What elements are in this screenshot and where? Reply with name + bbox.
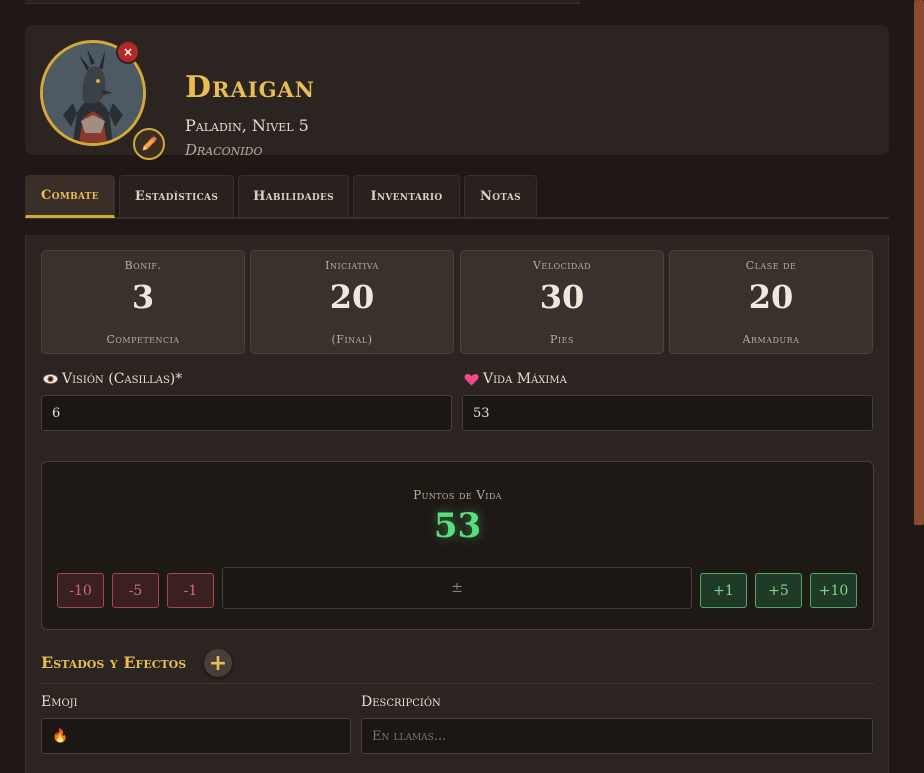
section-divider — [41, 683, 874, 684]
stat-value: 20 — [748, 278, 794, 316]
remove-avatar-button[interactable]: × — [116, 40, 140, 64]
hp-minus-5-button[interactable]: -5 — [112, 573, 159, 608]
plus-icon: + — [208, 650, 228, 676]
tab-label: Estadísticas — [134, 189, 219, 204]
eye-icon — [43, 374, 58, 384]
scrollbar-thumb[interactable] — [914, 0, 924, 525]
stat-top-label: Velocidad — [532, 259, 592, 272]
stat-competencia: Bonif. 3 Competencia — [41, 250, 245, 354]
character-race: Draconido — [185, 141, 263, 159]
scrollbar-track[interactable] — [914, 0, 924, 773]
stat-value: 30 — [539, 278, 585, 316]
emoji-label-text: Emoji — [41, 694, 78, 710]
hp-input-placeholder: ± — [451, 580, 463, 596]
stat-bottom-label: (Final) — [331, 333, 373, 346]
vision-label: Visión (Casillas)* — [43, 371, 182, 387]
max-hp-label-text: Vida Máxima — [483, 371, 567, 387]
vision-input[interactable]: 6 — [41, 395, 452, 431]
vision-value: 6 — [52, 405, 61, 421]
character-sheet-page: Draigan Paladin, Nivel 5 Draconido × Com… — [0, 0, 924, 773]
hp-button-label: -5 — [128, 582, 143, 599]
hit-points-panel: Puntos de Vida 53 -10 -5 -1 ± +1 +5 +10 — [41, 461, 874, 630]
description-placeholder: En llamas... — [372, 728, 447, 744]
stat-velocidad: Velocidad 30 Pies — [460, 250, 664, 354]
emoji-input[interactable]: 🔥 — [41, 718, 351, 754]
max-hp-value: 53 — [473, 405, 490, 421]
hp-button-label: -10 — [69, 582, 92, 599]
stat-top-label: Bonif. — [124, 259, 162, 272]
heart-icon — [464, 373, 479, 385]
hp-plus-5-button[interactable]: +5 — [755, 573, 802, 608]
hp-label: Puntos de Vida — [413, 488, 502, 502]
add-effect-button[interactable]: + — [204, 649, 232, 677]
edit-avatar-button[interactable] — [133, 128, 165, 160]
character-class-level: Paladin, Nivel 5 — [185, 116, 309, 135]
tab-label: Notas — [480, 189, 521, 204]
stat-value: 20 — [329, 278, 375, 316]
hp-button-label: -1 — [183, 582, 198, 599]
hp-button-label: +10 — [818, 582, 849, 599]
character-header: Draigan Paladin, Nivel 5 Draconido — [25, 25, 889, 160]
close-icon: × — [122, 45, 134, 59]
hp-minus-1-button[interactable]: -1 — [167, 573, 214, 608]
stat-iniciativa: Iniciativa 20 (Final) — [250, 250, 454, 354]
character-name: Draigan — [185, 70, 316, 105]
top-strip — [25, 0, 580, 4]
pencil-icon — [142, 136, 157, 151]
stat-bottom-label: Competencia — [106, 333, 180, 346]
stat-top-label: Iniciativa — [325, 259, 379, 272]
description-input[interactable]: En llamas... — [361, 718, 873, 754]
tab-label: Habilidades — [253, 189, 334, 204]
hp-button-label: +5 — [768, 582, 789, 599]
stat-bottom-label: Pies — [550, 333, 574, 346]
tab-habilidades[interactable]: Habilidades — [238, 175, 349, 217]
tab-estadisticas[interactable]: Estadísticas — [119, 175, 234, 217]
hp-amount-input[interactable]: ± — [222, 567, 692, 609]
vision-label-text: Visión (Casillas)* — [62, 371, 183, 387]
emoji-label: Emoji — [41, 694, 78, 710]
tab-inventario[interactable]: Inventario — [353, 175, 460, 217]
emoji-value: 🔥 — [52, 728, 69, 744]
tab-label: Inventario — [370, 189, 443, 204]
stat-bottom-label: Armadura — [742, 333, 800, 346]
max-hp-input[interactable]: 53 — [462, 395, 873, 431]
hp-button-label: +1 — [713, 582, 734, 599]
hp-plus-10-button[interactable]: +10 — [810, 573, 857, 608]
description-label-text: Descripción — [361, 694, 441, 710]
stat-top-label: Clase de — [745, 259, 797, 272]
stat-value: 3 — [131, 278, 155, 316]
stat-clase-armadura: Clase de 20 Armadura — [669, 250, 873, 354]
tab-bar: Combate Estadísticas Habilidades Inventa… — [25, 175, 889, 219]
tab-combate[interactable]: Combate — [25, 175, 115, 218]
combat-panel: Bonif. 3 Competencia Iniciativa 20 (Fina… — [25, 235, 889, 773]
tab-label: Combate — [41, 188, 99, 203]
hp-value: 53 — [433, 506, 482, 546]
effects-section-title: Estados y Efectos — [41, 653, 187, 672]
hp-plus-1-button[interactable]: +1 — [700, 573, 747, 608]
hp-minus-10-button[interactable]: -10 — [57, 573, 104, 608]
max-hp-label: Vida Máxima — [464, 371, 567, 387]
description-label: Descripción — [361, 694, 441, 710]
tab-notas[interactable]: Notas — [464, 175, 537, 217]
